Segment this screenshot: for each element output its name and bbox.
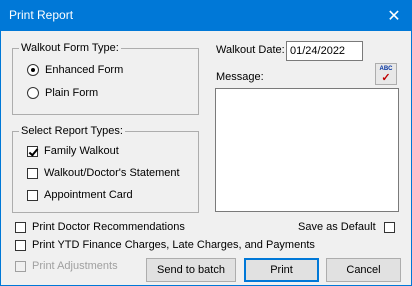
checkbox (15, 260, 26, 272)
checkbox[interactable] (15, 239, 26, 251)
walkout-date-label: Walkout Date: (216, 44, 285, 56)
window-title: Print Report (9, 8, 74, 22)
radio-button[interactable] (27, 87, 39, 99)
print-button[interactable]: Print (244, 258, 319, 282)
checkbox-label: Print YTD Finance Charges, Late Charges,… (32, 239, 315, 251)
walkout-form-type-legend: Walkout Form Type: (19, 42, 121, 54)
checkbox-family-walkout[interactable]: Family Walkout (27, 144, 119, 158)
checkbox[interactable] (27, 145, 38, 157)
walkout-form-type-group: Walkout Form Type: Enhanced Form Plain F… (12, 42, 199, 115)
checkbox-print-ytd[interactable]: Print YTD Finance Charges, Late Charges,… (15, 238, 315, 252)
checkbox-print-adjustments: Print Adjustments (15, 259, 118, 273)
checkbox-appointment-card[interactable]: Appointment Card (27, 188, 133, 202)
radio-label: Enhanced Form (45, 64, 124, 76)
checkbox-label: Walkout/Doctor's Statement (44, 167, 180, 179)
close-icon[interactable]: ✕ (377, 1, 411, 31)
checkbox-label: Save as Default (298, 221, 376, 233)
checkbox-label: Family Walkout (44, 145, 119, 157)
checkbox[interactable] (15, 221, 26, 233)
checkbox[interactable] (27, 167, 38, 179)
checkbox-label: Print Adjustments (32, 260, 118, 272)
send-to-batch-button[interactable]: Send to batch (146, 258, 236, 282)
walkout-date-input[interactable] (286, 41, 363, 61)
checkbox-walkout-doctors-statement[interactable]: Walkout/Doctor's Statement (27, 166, 180, 180)
checkbox-label: Print Doctor Recommendations (32, 221, 185, 233)
cancel-button[interactable]: Cancel (326, 258, 401, 282)
radio-button[interactable] (27, 64, 39, 76)
spell-check-icon[interactable]: ABC ✓ (375, 63, 397, 85)
radio-label: Plain Form (45, 87, 99, 99)
report-types-group: Select Report Types: Family Walkout Walk… (12, 125, 199, 213)
checkbox[interactable] (383, 221, 395, 233)
radio-plain-form[interactable]: Plain Form (27, 86, 98, 100)
checkbox[interactable] (27, 189, 38, 201)
print-report-dialog: Print Report ✕ Walkout Form Type: Enhanc… (0, 0, 412, 286)
checkbox-label: Appointment Card (44, 189, 133, 201)
message-label: Message: (216, 71, 264, 83)
checkbox-save-as-default[interactable]: Save as Default (298, 220, 395, 234)
radio-enhanced-form[interactable]: Enhanced Form (27, 63, 123, 77)
message-textarea[interactable] (215, 88, 399, 212)
checkbox-print-doctor-recommendations[interactable]: Print Doctor Recommendations (15, 220, 185, 234)
report-types-legend: Select Report Types: (19, 125, 125, 137)
check-mark-icon: ✓ (381, 71, 391, 84)
title-bar: Print Report ✕ (1, 1, 411, 31)
